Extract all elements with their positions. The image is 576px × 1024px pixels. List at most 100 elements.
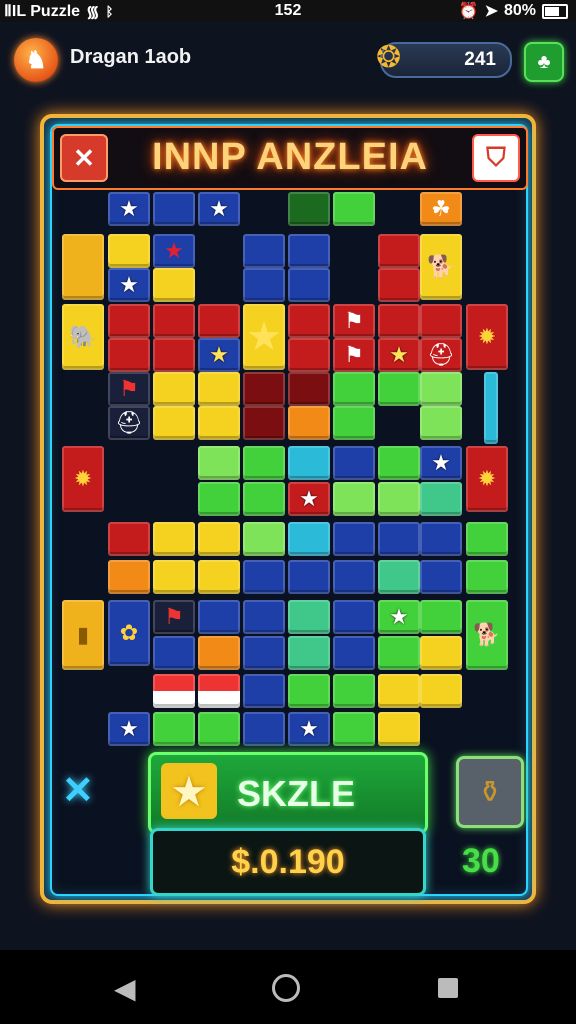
tile[interactable]: [198, 636, 240, 670]
tile[interactable]: [243, 712, 285, 746]
tile[interactable]: [420, 482, 462, 516]
back-icon[interactable]: ◀: [114, 972, 136, 1005]
tile[interactable]: [243, 636, 285, 670]
tile-sun[interactable]: ✹: [466, 304, 508, 370]
tile[interactable]: [333, 192, 375, 226]
tile[interactable]: [288, 446, 330, 480]
tile[interactable]: [243, 674, 285, 708]
tile[interactable]: [153, 560, 195, 594]
tile[interactable]: [378, 636, 420, 670]
tile[interactable]: [153, 636, 195, 670]
tile-clover[interactable]: ☘: [420, 192, 462, 226]
tile-dog[interactable]: 🐕: [466, 600, 508, 670]
tile[interactable]: [198, 712, 240, 746]
tile[interactable]: [198, 406, 240, 440]
tile[interactable]: [466, 560, 508, 594]
tile[interactable]: [288, 372, 330, 406]
tile[interactable]: [153, 372, 195, 406]
tile[interactable]: [333, 674, 375, 708]
home-icon[interactable]: [272, 974, 300, 1002]
tile[interactable]: [243, 446, 285, 480]
tile[interactable]: [420, 372, 462, 406]
tile[interactable]: [108, 304, 150, 338]
cancel-icon[interactable]: ✕: [62, 768, 94, 813]
tile[interactable]: [333, 372, 375, 406]
tile[interactable]: [198, 560, 240, 594]
tile-flag[interactable]: [198, 674, 240, 708]
tile[interactable]: [153, 268, 195, 302]
tile[interactable]: [153, 338, 195, 372]
tile[interactable]: [108, 522, 150, 556]
tile-star[interactable]: ★: [378, 338, 420, 372]
tile[interactable]: [420, 522, 462, 556]
tile[interactable]: [198, 372, 240, 406]
tile[interactable]: [378, 372, 420, 406]
tile[interactable]: [420, 304, 462, 338]
tile-puzzle[interactable]: ✿: [108, 600, 150, 666]
booster-button[interactable]: ⚱: [456, 756, 524, 828]
tile-big-star[interactable]: ★: [243, 304, 285, 370]
tile-hat[interactable]: ⛑: [108, 406, 150, 440]
tile[interactable]: [243, 268, 285, 302]
tile-star[interactable]: ★: [198, 192, 240, 226]
tile-bar[interactable]: [484, 372, 498, 444]
tile[interactable]: [288, 406, 330, 440]
tile[interactable]: [288, 674, 330, 708]
tile[interactable]: [378, 234, 420, 268]
tile[interactable]: [333, 522, 375, 556]
tile[interactable]: [198, 522, 240, 556]
skzle-button[interactable]: ★ SKZLE: [148, 752, 428, 834]
shop-button[interactable]: ♣: [524, 42, 564, 82]
tile[interactable]: [243, 372, 285, 406]
tile-dog[interactable]: 🐕: [420, 234, 462, 300]
tile-star[interactable]: ★: [108, 712, 150, 746]
tile[interactable]: [378, 304, 420, 338]
tile-star[interactable]: ★: [420, 446, 462, 480]
tile-gold-bar[interactable]: [62, 234, 104, 300]
tile[interactable]: [288, 522, 330, 556]
tile-hat[interactable]: ⛑: [420, 338, 462, 372]
tile-flag[interactable]: [153, 674, 195, 708]
tile[interactable]: [333, 406, 375, 440]
tile[interactable]: [420, 406, 462, 440]
tile-star[interactable]: ★: [108, 268, 150, 302]
tile[interactable]: [420, 636, 462, 670]
tile[interactable]: [466, 522, 508, 556]
tile[interactable]: [198, 446, 240, 480]
tile[interactable]: [288, 304, 330, 338]
profile-avatar-icon[interactable]: ♞: [14, 38, 58, 82]
tile[interactable]: [198, 482, 240, 516]
tile-sun[interactable]: ✹: [62, 446, 104, 512]
tile[interactable]: [153, 712, 195, 746]
tile-star[interactable]: ★: [378, 600, 420, 634]
tile[interactable]: [288, 268, 330, 302]
tile[interactable]: [378, 522, 420, 556]
tile[interactable]: [243, 560, 285, 594]
tile[interactable]: [333, 600, 375, 634]
tile[interactable]: [288, 636, 330, 670]
tile[interactable]: [153, 304, 195, 338]
tile[interactable]: [288, 192, 330, 226]
tile-star[interactable]: ★: [288, 712, 330, 746]
tile-flag[interactable]: ⚑: [333, 338, 375, 372]
tile-gold-bar[interactable]: ▮: [62, 600, 104, 670]
tile[interactable]: [108, 338, 150, 372]
tile[interactable]: [288, 338, 330, 372]
tile[interactable]: [333, 636, 375, 670]
tile[interactable]: [420, 600, 462, 634]
tile-flag[interactable]: ⚑: [108, 372, 150, 406]
tile[interactable]: [378, 560, 420, 594]
tile[interactable]: [243, 600, 285, 634]
tile-star[interactable]: ★: [198, 338, 240, 372]
tile[interactable]: [198, 304, 240, 338]
tile[interactable]: [243, 522, 285, 556]
tile[interactable]: [378, 446, 420, 480]
tile[interactable]: [333, 482, 375, 516]
tile[interactable]: [378, 482, 420, 516]
tile[interactable]: [153, 522, 195, 556]
tile[interactable]: [288, 600, 330, 634]
tile-flag[interactable]: ⚑: [333, 304, 375, 338]
tile-sun[interactable]: ✹: [466, 446, 508, 512]
tile-star[interactable]: ★: [153, 234, 195, 268]
tile[interactable]: [420, 674, 462, 708]
